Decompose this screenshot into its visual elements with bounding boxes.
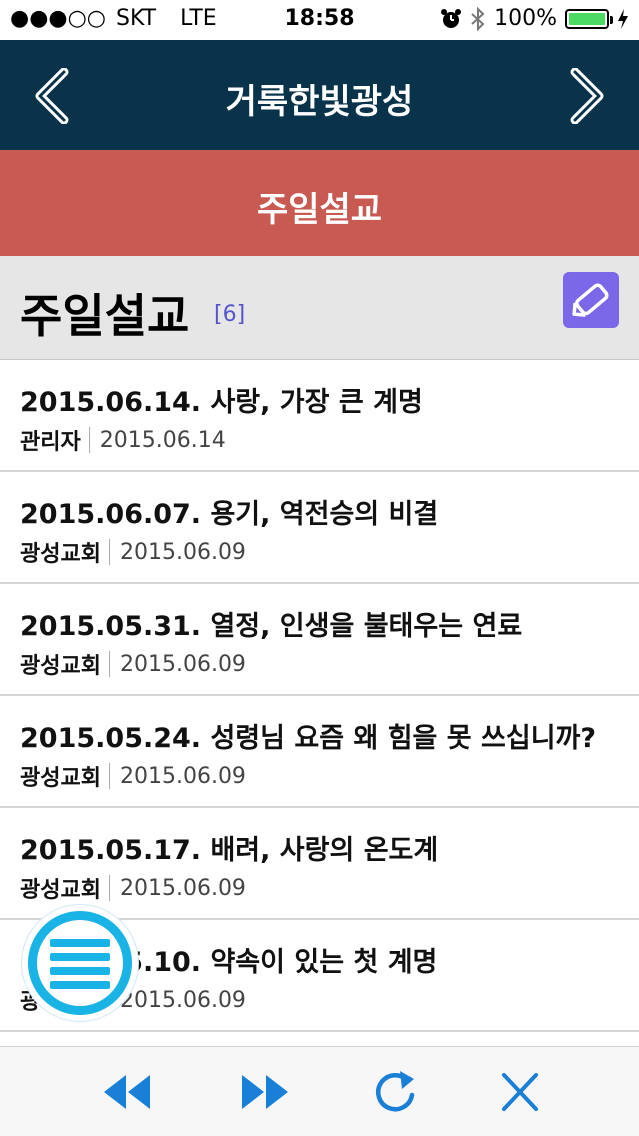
meta-divider bbox=[88, 427, 90, 453]
list-item[interactable]: 2015.06.07. 용기, 역전승의 비결 광성교회 2015.06.09 bbox=[0, 472, 639, 584]
section-title: 주일설교 bbox=[256, 190, 383, 230]
meta-divider bbox=[108, 539, 110, 565]
refresh-icon[interactable] bbox=[368, 1067, 424, 1117]
rewind-icon[interactable] bbox=[100, 1067, 156, 1117]
list-item[interactable]: 2015.05.17. 배려, 사랑의 온도계 광성교회 2015.06.09 bbox=[0, 808, 639, 920]
app-title: 거룩한빛광성 bbox=[225, 82, 414, 122]
board-header: 주일설교 [6] bbox=[0, 256, 639, 360]
post-title: 2015.05.17. 배려, 사랑의 온도계 bbox=[20, 835, 439, 866]
post-meta: 광성교회 2015.06.09 bbox=[20, 760, 246, 792]
pencil-icon bbox=[572, 283, 609, 317]
close-icon[interactable] bbox=[492, 1067, 548, 1117]
post-date: 2015.06.09 bbox=[119, 539, 246, 565]
chevron-right-icon[interactable] bbox=[561, 68, 611, 124]
battery-percent: 100% bbox=[494, 6, 557, 31]
battery-fill bbox=[569, 12, 605, 25]
fast-forward-icon[interactable] bbox=[236, 1067, 292, 1117]
post-meta: 광성교회 2015.06.09 bbox=[20, 536, 246, 568]
post-author: 광성교회 bbox=[20, 654, 101, 679]
nav-bar: 거룩한빛광성 bbox=[0, 40, 639, 150]
board-title: 주일설교 bbox=[20, 289, 190, 343]
section-banner: 주일설교 bbox=[0, 150, 639, 256]
post-count: [6] bbox=[214, 302, 246, 327]
post-meta: 광성교회 2015.06.09 bbox=[20, 648, 246, 680]
post-title: 2015.05.31. 열정, 인생을 불태우는 연료 bbox=[20, 611, 523, 642]
alarm-icon bbox=[441, 8, 462, 28]
list-item[interactable]: 2015.05.31. 열정, 인생을 불태우는 연료 광성교회 2015.06… bbox=[0, 584, 639, 696]
post-title: 2015.06.14. 사랑, 가장 큰 계명 bbox=[20, 387, 423, 418]
post-meta: 광성교회 2015.06.09 bbox=[20, 872, 246, 904]
bottom-toolbar bbox=[0, 1046, 639, 1136]
post-date: 2015.06.09 bbox=[119, 763, 246, 789]
post-title: 2015.06.07. 용기, 역전승의 비결 bbox=[20, 499, 439, 530]
meta-divider bbox=[108, 763, 110, 789]
post-author: 광성교회 bbox=[20, 878, 101, 903]
post-date: 2015.06.09 bbox=[119, 987, 246, 1013]
post-date: 2015.06.09 bbox=[119, 651, 246, 677]
charging-icon bbox=[618, 8, 628, 29]
post-meta: 관리자 2015.06.14 bbox=[20, 424, 226, 456]
floating-menu-button[interactable] bbox=[22, 905, 138, 1021]
post-date: 2015.06.14 bbox=[99, 427, 226, 453]
post-author: 광성교회 bbox=[20, 542, 101, 567]
post-date: 2015.06.09 bbox=[119, 875, 246, 901]
battery-icon bbox=[565, 8, 613, 29]
write-button[interactable] bbox=[563, 272, 619, 328]
battery-tip bbox=[610, 15, 613, 24]
post-title: 2015.05.24. 성령님 요즘 왜 힘을 못 쓰십니까? bbox=[20, 723, 597, 754]
status-right: 100% bbox=[440, 6, 629, 31]
meta-divider bbox=[108, 651, 110, 677]
list-item[interactable]: 2015.05.24. 성령님 요즘 왜 힘을 못 쓰십니까? 광성교회 201… bbox=[0, 696, 639, 808]
menu-icon bbox=[50, 939, 110, 989]
post-author: 광성교회 bbox=[20, 766, 101, 791]
list-item[interactable]: 2015.06.14. 사랑, 가장 큰 계명 관리자 2015.06.14 bbox=[0, 360, 639, 472]
bluetooth-icon bbox=[471, 6, 485, 31]
meta-divider bbox=[108, 875, 110, 901]
status-bar: ●●●○○ SKT LTE 18:58 100% bbox=[0, 0, 639, 40]
post-author: 관리자 bbox=[20, 430, 81, 455]
